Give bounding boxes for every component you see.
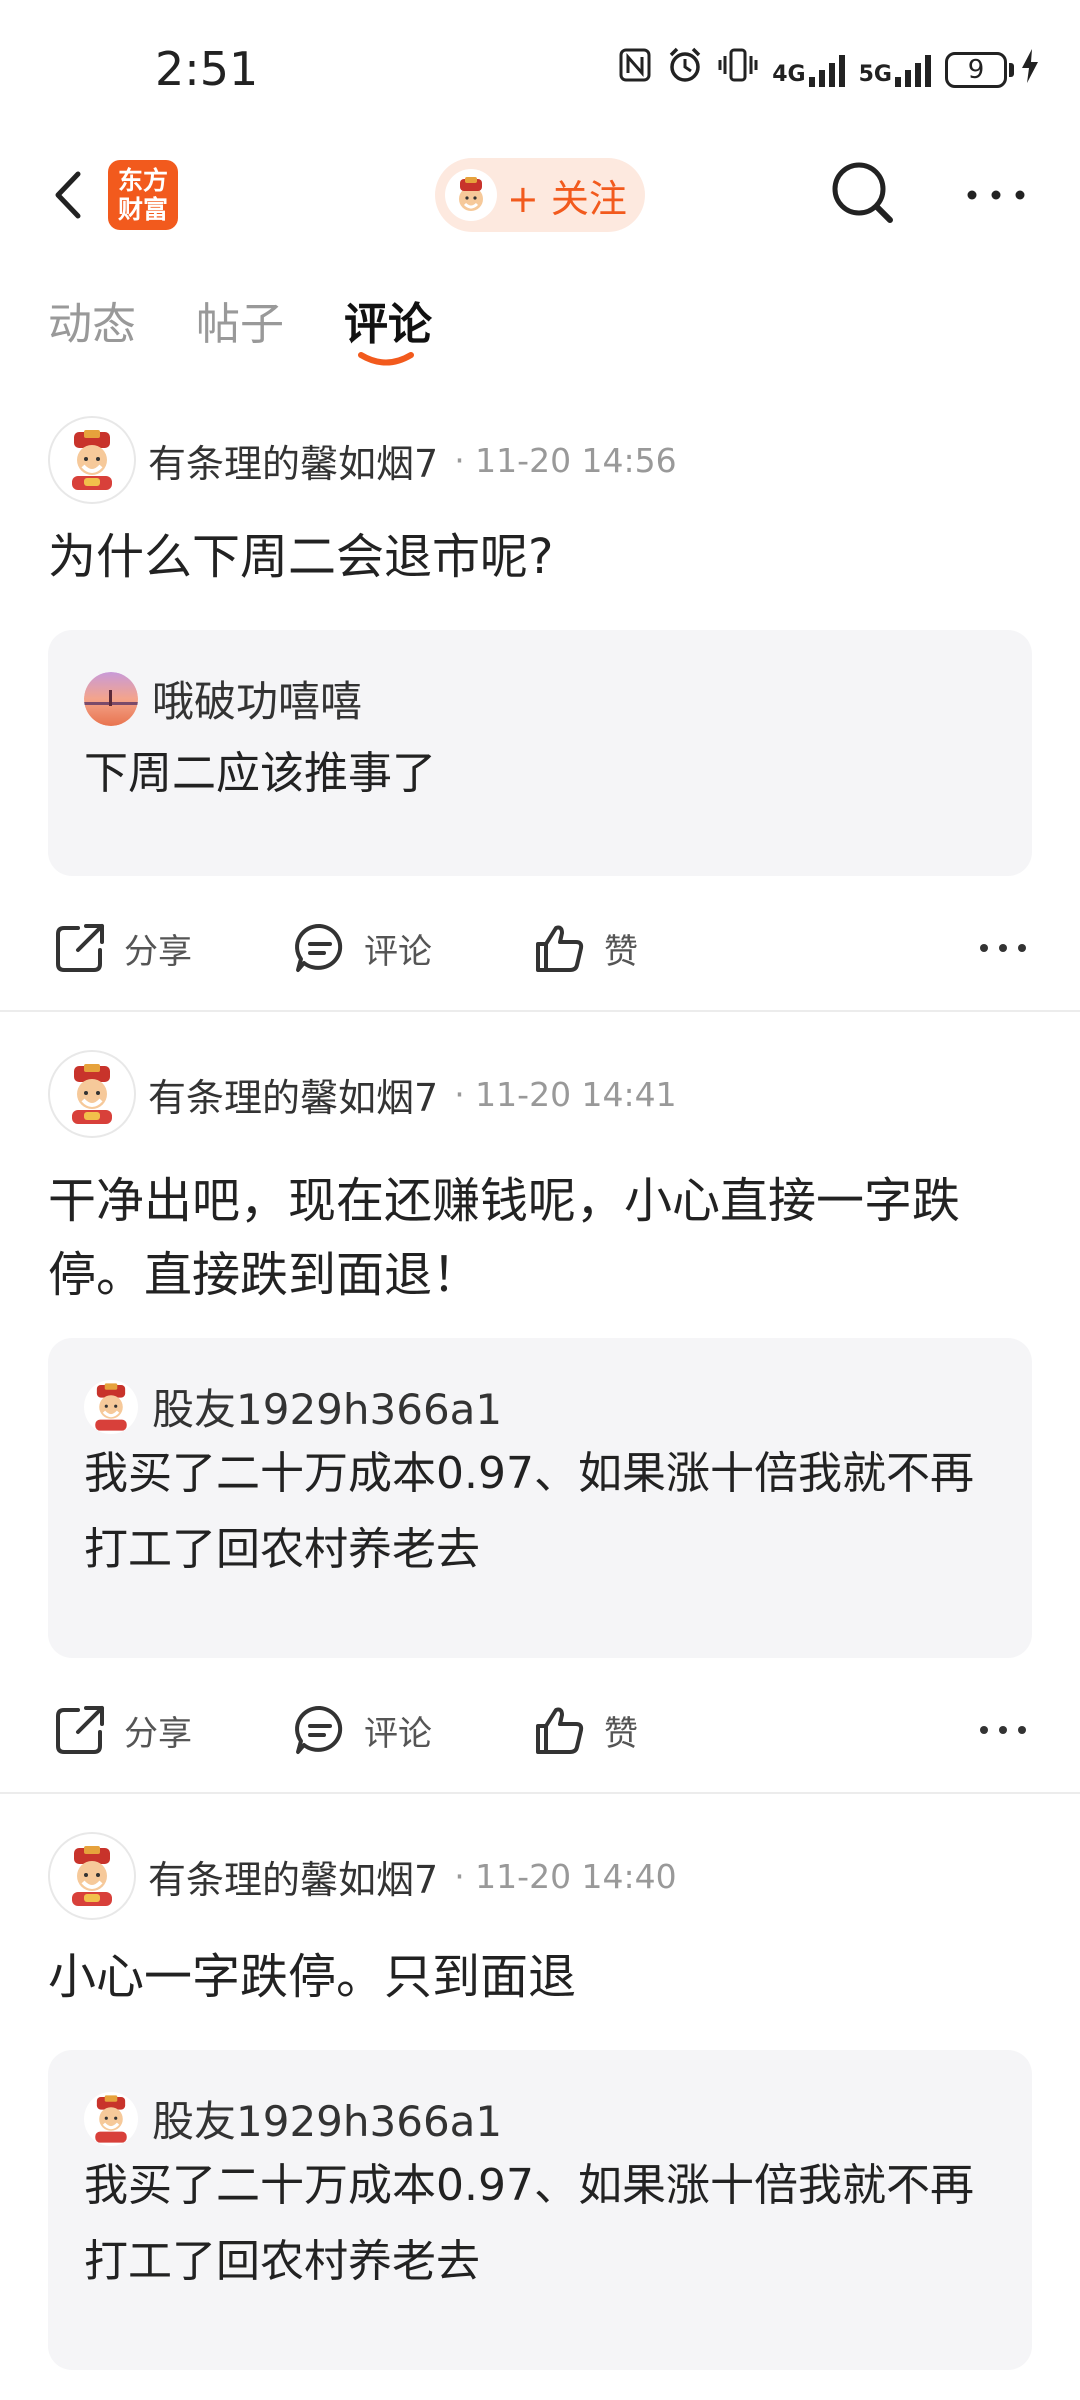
comment-time-value: 11-20 14:41: [475, 1074, 677, 1114]
follow-button[interactable]: + 关注: [435, 158, 645, 232]
comment-time-value: 11-20 14:56: [475, 440, 677, 480]
reply-author[interactable]: 哦破功嘻嘻: [152, 668, 362, 729]
divider: [0, 1010, 1080, 1012]
alarm-icon: [666, 46, 704, 93]
app-logo: 东方 财富: [108, 160, 178, 230]
search-button[interactable]: [828, 158, 898, 228]
comment-text[interactable]: 为什么下周二会退市呢?: [48, 520, 1038, 594]
share-button[interactable]: 分享: [52, 908, 192, 988]
comment-more-button[interactable]: [978, 1690, 1028, 1770]
profile-tabs: 动态 帖子 评论: [48, 288, 432, 368]
fortune-god-avatar-icon: [72, 1846, 112, 1906]
comment-text[interactable]: 小心一字跌停。只到面退: [48, 1940, 1038, 2014]
reply-avatar: [84, 1379, 138, 1434]
fortune-god-avatar-icon: [72, 430, 112, 490]
top-nav: 东方 财富 + 关注: [0, 150, 1080, 240]
comment-time: · 11-20 14:56: [454, 440, 677, 480]
thumbs-up-icon: [536, 1707, 584, 1754]
reply-box[interactable]: 股友1929h366a1 我买了二十万成本0.97、如果涨十倍我就不再打工了回农…: [48, 2050, 1032, 2370]
comment-label: 评论: [364, 1713, 432, 1754]
status-time: 2:51: [155, 42, 259, 96]
more-options-button[interactable]: [964, 180, 1028, 210]
share-label: 分享: [124, 931, 192, 972]
back-button[interactable]: [46, 162, 106, 228]
logo-line1: 东方: [117, 166, 168, 195]
comment-more-button[interactable]: [978, 908, 1028, 988]
fortune-god-avatar-icon: [72, 1064, 112, 1124]
nfc-icon: [618, 47, 652, 92]
comment-header: 有条理的馨如烟7 · 11-20 14:40: [48, 1832, 677, 1920]
comment-bubble-icon: [295, 923, 343, 972]
reply-text: 下周二应该推事了: [84, 748, 436, 799]
vibrate-icon: [718, 47, 758, 92]
reply-box[interactable]: 哦破功嘻嘻 下周二应该推事了: [48, 630, 1032, 876]
tab-comments[interactable]: 评论: [344, 288, 432, 368]
share-icon: [56, 1706, 104, 1754]
like-button[interactable]: 赞: [532, 1690, 638, 1770]
signal-5g-icon: 5G: [859, 53, 931, 87]
reply-text: 我买了二十万成本0.97、如果涨十倍我就不再打工了回农村养老去: [84, 2160, 974, 2287]
reply-header: 哦破功嘻嘻: [84, 668, 362, 729]
search-icon: [832, 162, 893, 223]
fortune-god-avatar-icon: [95, 2094, 127, 2143]
comment-header: 有条理的馨如烟7 · 11-20 14:41: [48, 1050, 677, 1138]
share-button[interactable]: 分享: [52, 1690, 192, 1770]
comment-bubble-icon: [295, 1705, 343, 1754]
comment-label: 评论: [364, 931, 432, 972]
comment-author[interactable]: 有条理的馨如烟7: [148, 433, 438, 488]
signal-4g-icon: 4G: [772, 53, 845, 87]
comment-actions: 分享 评论 赞: [0, 908, 1080, 988]
comment-actions: 分享 评论 赞: [0, 1690, 1080, 1770]
comment-author[interactable]: 有条理的馨如烟7: [148, 1067, 438, 1122]
charging-icon: [1020, 48, 1040, 92]
status-bar: 2:51 4G 5G 9: [0, 0, 1080, 140]
tab-comments-label: 评论: [344, 299, 432, 350]
comment-time: · 11-20 14:41: [454, 1074, 677, 1114]
comment-header: 有条理的馨如烟7 · 11-20 14:56: [48, 416, 677, 504]
divider: [0, 1792, 1080, 1794]
fortune-god-avatar-icon: [459, 177, 483, 211]
status-icons: 4G 5G 9: [618, 46, 1040, 93]
tab-posts[interactable]: 帖子: [196, 288, 284, 368]
comment-author[interactable]: 有条理的馨如烟7: [148, 1849, 438, 1904]
comment-time-value: 11-20 14:40: [475, 1856, 677, 1896]
fortune-god-avatar-icon: [95, 1382, 127, 1431]
share-icon: [56, 924, 104, 972]
network-4g-label: 4G: [772, 61, 806, 87]
reply-header: 股友1929h366a1: [84, 1376, 502, 1437]
like-button[interactable]: 赞: [532, 908, 638, 988]
tab-dynamics[interactable]: 动态: [48, 288, 136, 368]
avatar[interactable]: [48, 1832, 136, 1920]
reply-avatar: [84, 2091, 138, 2146]
share-label: 分享: [124, 1713, 192, 1754]
active-tab-indicator: [358, 352, 414, 366]
comment-time: · 11-20 14:40: [454, 1856, 677, 1896]
back-arrow-icon: [55, 171, 81, 219]
follow-label: + 关注: [507, 176, 627, 221]
more-dots-icon: [967, 190, 1025, 200]
sunset-avatar-icon: [84, 671, 138, 726]
comment-button[interactable]: 评论: [292, 1690, 432, 1770]
comment-text[interactable]: 干净出吧，现在还赚钱呢，小心直接一字跌停。直接跌到面退！: [48, 1164, 1038, 1312]
reply-author[interactable]: 股友1929h366a1: [152, 1376, 502, 1437]
like-label: 赞: [604, 931, 638, 972]
network-5g-label: 5G: [858, 61, 892, 87]
thumbs-up-icon: [536, 925, 584, 972]
reply-box[interactable]: 股友1929h366a1 我买了二十万成本0.97、如果涨十倍我就不再打工了回农…: [48, 1338, 1032, 1658]
avatar[interactable]: [48, 416, 136, 504]
user-mini-avatar: [445, 169, 497, 221]
battery-icon: 9: [945, 48, 1040, 92]
reply-avatar: [84, 671, 138, 726]
battery-level: 9: [945, 51, 1007, 88]
comment-button[interactable]: 评论: [292, 908, 432, 988]
more-dots-icon: [980, 1726, 1026, 1734]
reply-header: 股友1929h366a1: [84, 2088, 502, 2149]
avatar[interactable]: [48, 1050, 136, 1138]
more-dots-icon: [980, 944, 1026, 952]
reply-author[interactable]: 股友1929h366a1: [152, 2088, 502, 2149]
reply-text: 我买了二十万成本0.97、如果涨十倍我就不再打工了回农村养老去: [84, 1448, 974, 1575]
like-label: 赞: [604, 1713, 638, 1754]
logo-line2: 财富: [117, 195, 168, 224]
